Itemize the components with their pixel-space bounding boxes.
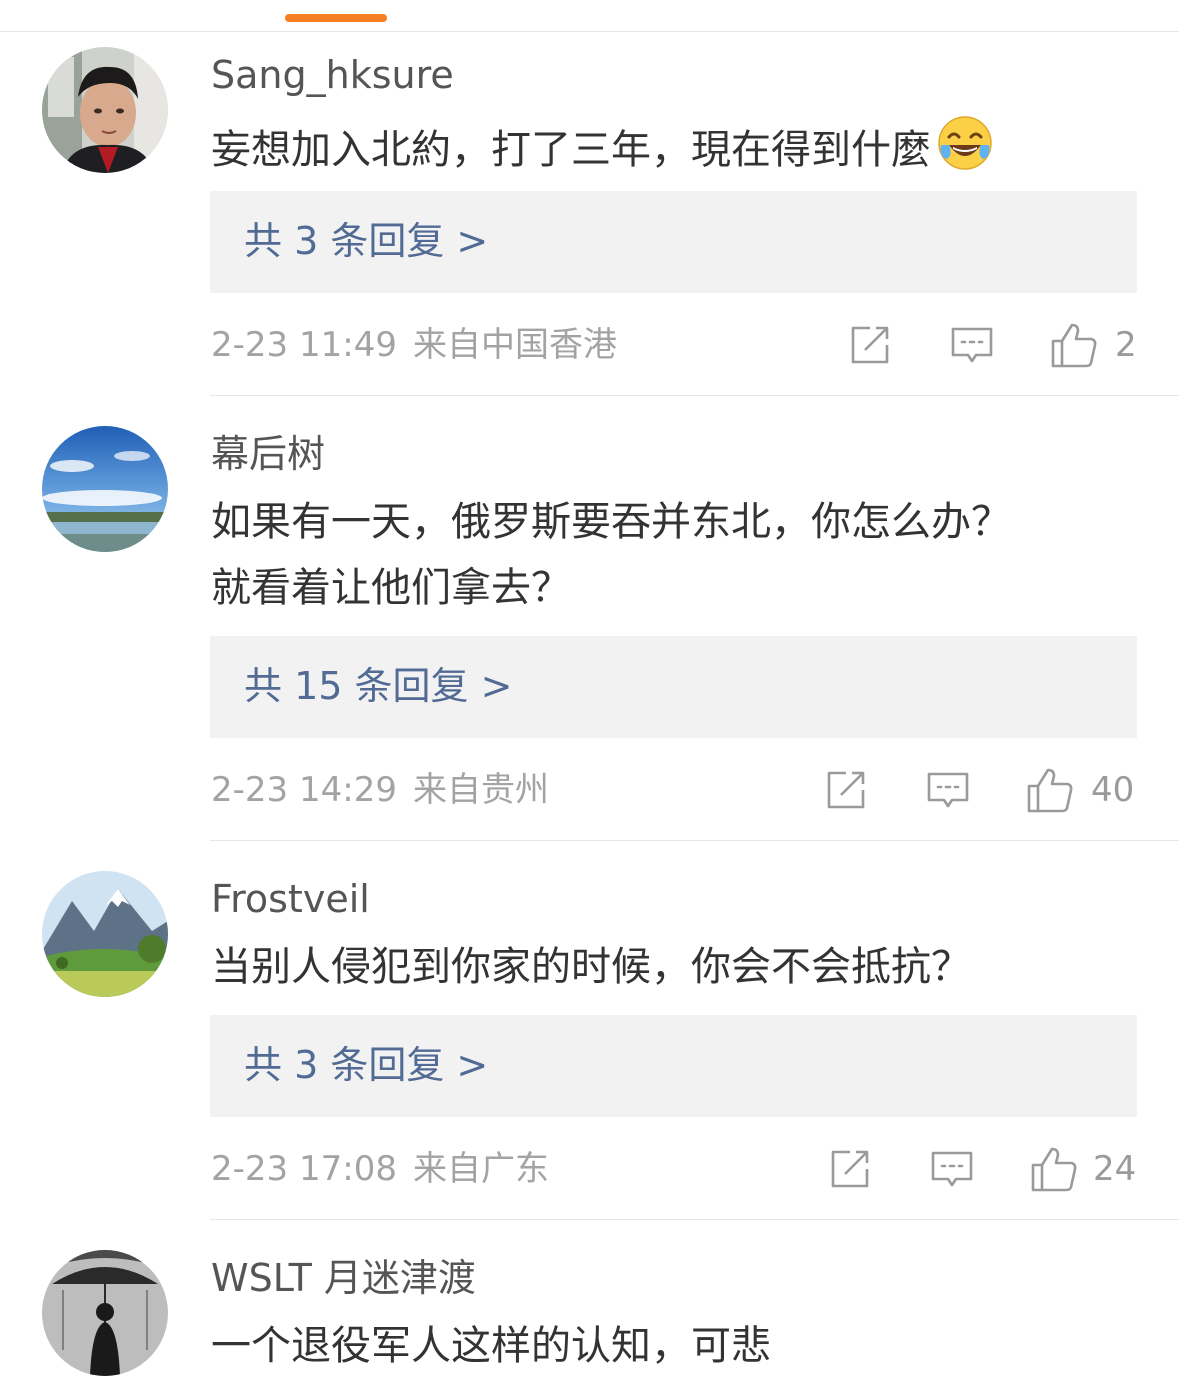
replies-panel[interactable]: 共 15 条回复 > bbox=[210, 636, 1137, 738]
replies-panel[interactable]: 共 3 条回复 > bbox=[210, 191, 1137, 293]
comment-divider bbox=[210, 840, 1179, 841]
username[interactable]: Sang_hksure bbox=[211, 52, 454, 98]
view-replies-link[interactable]: 共 3 条回复 > bbox=[244, 1041, 488, 1089]
top-divider bbox=[0, 31, 1179, 32]
view-replies-link[interactable]: 共 15 条回复 > bbox=[244, 662, 512, 710]
comment-meta: 2-23 11:49 来自中国香港 bbox=[211, 324, 617, 366]
username[interactable]: WSLT 月迷津渡 bbox=[211, 1255, 476, 1301]
comment-icon[interactable] bbox=[930, 1147, 974, 1191]
comment-icon[interactable] bbox=[950, 323, 994, 367]
comment-time: 2-23 11:49 bbox=[211, 325, 397, 365]
comment-location: 来自中国香港 bbox=[412, 325, 617, 365]
like-count: 40 bbox=[1091, 770, 1135, 810]
comment-text-line: 妄想加入北約，打了三年，現在得到什麼 bbox=[211, 127, 931, 173]
avatar[interactable] bbox=[42, 426, 168, 552]
forward-icon[interactable] bbox=[828, 1147, 872, 1191]
comment-divider bbox=[210, 1219, 1179, 1220]
laughing-tears-emoji-icon bbox=[937, 115, 993, 183]
comment-divider bbox=[210, 395, 1179, 396]
thumbs-up-icon[interactable] bbox=[1026, 766, 1074, 814]
comment-text-line: 一个退役军人这样的认知，可悲 bbox=[211, 1323, 771, 1369]
like-count: 2 bbox=[1115, 325, 1137, 365]
avatar[interactable] bbox=[42, 47, 168, 173]
thumbs-up-icon[interactable] bbox=[1050, 321, 1098, 369]
comment-text-line: 就看着让他们拿去？ bbox=[211, 565, 571, 611]
active-tab-indicator bbox=[285, 14, 387, 22]
comment-location: 来自广东 bbox=[412, 1149, 549, 1189]
comment-location: 来自贵州 bbox=[412, 770, 549, 810]
forward-icon[interactable] bbox=[824, 768, 868, 812]
username[interactable]: Frostveil bbox=[211, 876, 370, 922]
comment-icon[interactable] bbox=[926, 768, 970, 812]
username[interactable]: 幕后树 bbox=[211, 431, 325, 477]
replies-panel[interactable]: 共 3 条回复 > bbox=[210, 1015, 1137, 1117]
comment-text-line: 当别人侵犯到你家的时候，你会不会抵抗？ bbox=[211, 944, 971, 990]
thumbs-up-icon[interactable] bbox=[1030, 1145, 1078, 1193]
comment-time: 2-23 14:29 bbox=[211, 770, 397, 810]
like-count: 24 bbox=[1093, 1149, 1137, 1189]
avatar[interactable] bbox=[42, 1250, 168, 1376]
comment-time: 2-23 17:08 bbox=[211, 1149, 397, 1189]
comment-meta: 2-23 17:08 来自广东 bbox=[211, 1148, 549, 1190]
comment-text: 妄想加入北約，打了三年，現在得到什麼 bbox=[211, 115, 993, 186]
comment-text-line: 如果有一天，俄罗斯要吞并东北，你怎么办？ bbox=[211, 499, 1011, 545]
avatar[interactable] bbox=[42, 871, 168, 997]
forward-icon[interactable] bbox=[848, 323, 892, 367]
comment-meta: 2-23 14:29 来自贵州 bbox=[211, 769, 549, 811]
view-replies-link[interactable]: 共 3 条回复 > bbox=[244, 217, 488, 265]
